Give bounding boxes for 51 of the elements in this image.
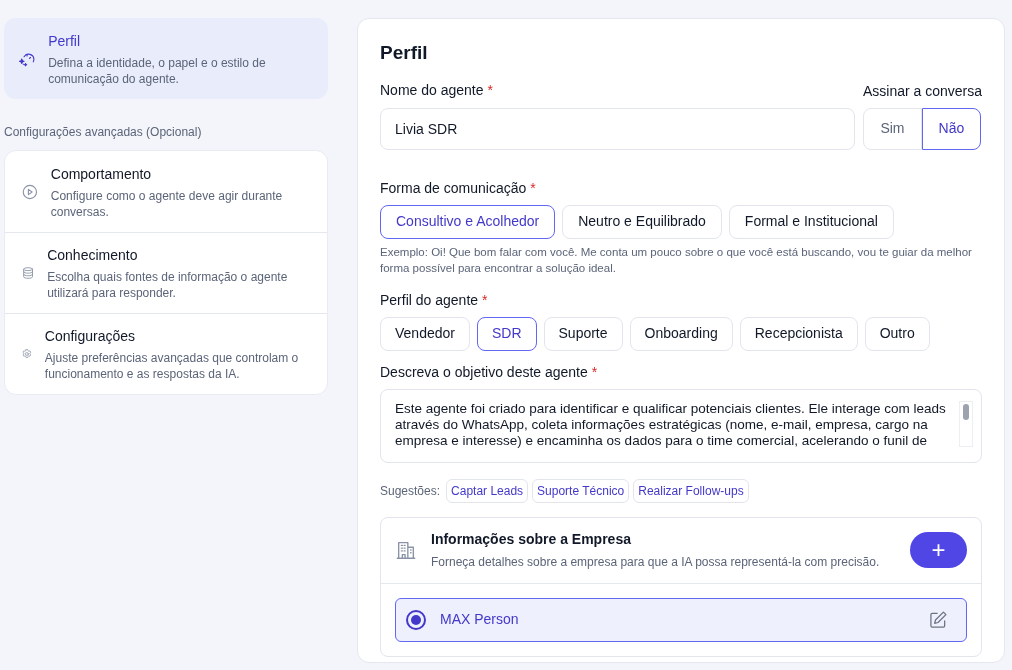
sidebar-item[interactable]: Configurações Ajuste preferências avançadas que controlam o funcionamento e as respostas da IA.: [5, 313, 327, 394]
text-area-value: Este agente foi criado para identificar e qualificar potenciais clientes. Ele interage com leads através do WhatsApp, coleta informações estratégicas (nome, e-mail, empresa, cargo na empresa e interesse) e encaminha os dados para o time comercial, acelerando o funil de: [395, 400, 947, 450]
panel-title: Informações sobre a Empresa: [431, 530, 632, 549]
edit-icon[interactable]: [928, 609, 948, 630]
field-label: Assinar a conversa: [862, 81, 982, 101]
toggle-button[interactable]: Não: [921, 107, 981, 150]
sidebar-item-description: Configure como o agente deve agir durante conversas.: [50, 187, 284, 220]
option-button[interactable]: Vendedor: [380, 316, 470, 351]
sidebar-item-description: Escolha quais fontes de informação o agente utilizará para responder.: [47, 269, 289, 301]
option-button[interactable]: SDR: [476, 316, 537, 351]
toggle-button[interactable]: Sim: [862, 107, 922, 150]
scrollbar-thumb[interactable]: [963, 403, 969, 420]
option-button[interactable]: Outro: [864, 316, 930, 351]
sidebar-item-title: Perfil: [48, 31, 82, 51]
option-button[interactable]: Neutro e Equilibrado: [562, 204, 722, 239]
sidebar-item[interactable]: Comportamento Configure como o agente deve agir durante conversas.: [5, 151, 327, 232]
input-field[interactable]: Livia SDR: [380, 107, 855, 150]
suggestions-label: Sugestões:: [380, 482, 441, 500]
field-label: Descreva o objetivo deste agente: [380, 362, 588, 382]
sidebar-item-title: Configurações: [44, 327, 137, 346]
sidebar-item-title: Comportamento: [50, 164, 153, 184]
sidebar-item-description: Ajuste preferências avançadas que controlam o funcionamento e as respostas da IA.: [44, 350, 300, 382]
sidebar-item-description: Defina a identidade, o papel e o estilo de comunicação do agente.: [48, 54, 267, 87]
panel-description: Forneça detalhes sobre a empresa para que a IA possa representá-la com precisão.: [431, 554, 881, 571]
option-button[interactable]: Formal e Institucional: [728, 204, 894, 239]
sidebar-item[interactable]: Perfil Defina a identidade, o papel e o estilo de comunicação do agente.: [4, 18, 328, 99]
field-label: Nome do agente: [380, 80, 484, 100]
field-label: Forma de comunicação: [380, 178, 527, 198]
company-item[interactable]: MAX Person: [395, 597, 967, 642]
text-area[interactable]: [380, 388, 982, 463]
option-button[interactable]: Suporte: [543, 316, 623, 351]
suggestion-chip[interactable]: Realizar Follow-ups: [633, 478, 749, 503]
page-title: Perfil: [380, 41, 429, 65]
radio-button[interactable]: [406, 609, 426, 630]
sidebar-item[interactable]: Conhecimento Escolha quais fontes de informação o agente utilizará para responder.: [5, 232, 327, 313]
required-mark: *: [591, 362, 598, 382]
required-mark: *: [482, 290, 488, 310]
field-label: Perfil do agente: [380, 290, 479, 310]
add-button[interactable]: +: [910, 532, 967, 568]
section-heading: Configurações avançadas (Opcional): [4, 124, 203, 141]
option-button[interactable]: Recepcionista: [739, 316, 858, 351]
suggestion-chip[interactable]: Captar Leads: [446, 478, 529, 503]
option-button[interactable]: Onboarding: [629, 316, 733, 351]
suggestion-chip[interactable]: Suporte Técnico: [532, 478, 630, 503]
option-button[interactable]: Consultivo e Acolhedor: [380, 204, 556, 239]
required-mark: *: [487, 80, 493, 100]
required-mark: *: [530, 178, 536, 198]
building-icon: [395, 539, 417, 561]
sidebar-item-title: Conhecimento: [47, 246, 139, 265]
example-text: Exemplo: Oi! Que bom falar com você. Me conta um pouco sobre o que você está buscando, vou te guiar da melhor forma possível para encontrar a solução ideal.: [380, 244, 973, 276]
company-name: MAX Person: [440, 610, 520, 629]
